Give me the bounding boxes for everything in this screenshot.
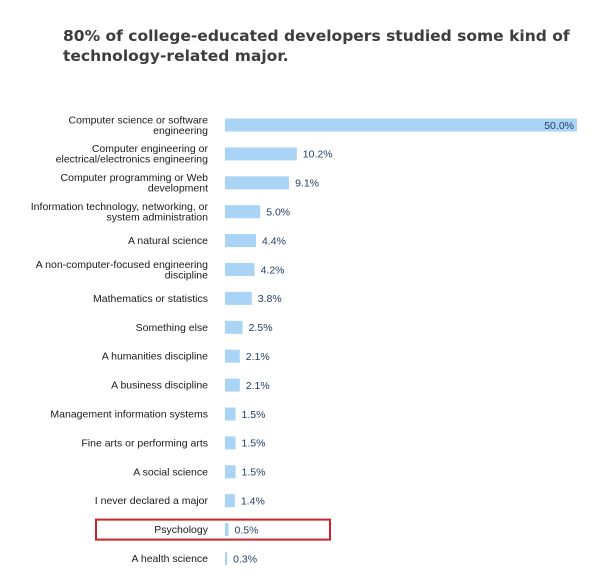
- bar-a-non-computer-focused-engineering-discipline: [225, 263, 255, 276]
- value-label-computer-programming-or-web-development: 9.1%: [295, 178, 319, 190]
- category-label-a-social-science: A social science: [133, 466, 208, 478]
- value-label-a-natural-science: 4.4%: [262, 235, 286, 247]
- category-label-a-humanities-discipline: A humanities discipline: [102, 351, 208, 363]
- value-label-information-technology-networking-or-system-administration: 5.0%: [266, 207, 290, 219]
- category-label-something-else: Something else: [136, 322, 209, 334]
- bar-i-never-declared-a-major: [225, 494, 235, 508]
- bar-psychology: [225, 523, 229, 537]
- category-label-information-technology-networking-or-system-administration: Information technology, networking, or sy…: [31, 201, 209, 224]
- bar-fine-arts-or-performing-arts: [225, 436, 236, 450]
- bar-chart: Computer science or software engineering 5…: [31, 114, 577, 565]
- category-label-psychology: Psychology: [154, 524, 208, 536]
- value-label-psychology: 0.5%: [235, 524, 259, 536]
- bar-computer-science-or-software-engineering: [225, 118, 577, 132]
- value-label-a-social-science: 1.5%: [242, 467, 266, 479]
- bar-management-information-systems: [225, 407, 236, 421]
- value-label-management-information-systems: 1.5%: [242, 409, 266, 421]
- category-label-management-information-systems: Management information systems: [50, 409, 208, 421]
- value-label-fine-arts-or-performing-arts: 1.5%: [242, 438, 266, 450]
- value-label-a-health-science: 0.3%: [233, 553, 257, 565]
- value-label-computer-science-or-software-engineering: 50.0%: [544, 120, 574, 132]
- bar-something-else: [225, 320, 243, 334]
- category-label-computer-programming-or-web-development: Computer programming or Web development: [61, 172, 209, 195]
- bar-computer-engineering-or-electrical-electronics-engineering: [225, 147, 297, 161]
- value-label-a-non-computer-focused-engineering-discipline: 4.2%: [261, 264, 285, 276]
- bar-a-health-science: [225, 552, 228, 565]
- value-label-mathematics-or-statistics: 3.8%: [258, 293, 282, 305]
- bar-information-technology-networking-or-system-administration: [225, 205, 261, 219]
- bar-a-humanities-discipline: [225, 349, 240, 363]
- category-label-a-health-science: A health science: [132, 553, 209, 565]
- bar-mathematics-or-statistics: [225, 291, 252, 305]
- highlight-box: [95, 518, 331, 541]
- bar-a-business-discipline: [225, 378, 240, 392]
- category-label-mathematics-or-statistics: Mathematics or statistics: [93, 293, 208, 305]
- category-label-a-non-computer-focused-engineering-discipline: A non-computer-focused engineering discip…: [36, 259, 208, 282]
- value-label-something-else: 2.5%: [249, 322, 273, 334]
- category-label-computer-engineering-or-electrical-electronics-engineering: Computer engineering or electrical/electr…: [56, 143, 209, 166]
- category-label-a-business-discipline: A business discipline: [111, 380, 208, 392]
- bar-computer-programming-or-web-development: [225, 176, 290, 190]
- value-label-i-never-declared-a-major: 1.4%: [241, 496, 265, 508]
- bar-a-natural-science: [225, 234, 256, 248]
- value-label-a-business-discipline: 2.1%: [246, 380, 270, 392]
- category-label-i-never-declared-a-major: I never declared a major: [95, 495, 209, 507]
- value-label-computer-engineering-or-electrical-electronics-engineering: 10.2%: [303, 149, 333, 161]
- bar-a-social-science: [225, 465, 236, 479]
- category-label-a-natural-science: A natural science: [128, 235, 208, 247]
- category-label-computer-science-or-software-engineering: Computer science or software engineering: [69, 114, 209, 137]
- value-label-a-humanities-discipline: 2.1%: [246, 351, 270, 363]
- category-label-fine-arts-or-performing-arts: Fine arts or performing arts: [81, 437, 208, 449]
